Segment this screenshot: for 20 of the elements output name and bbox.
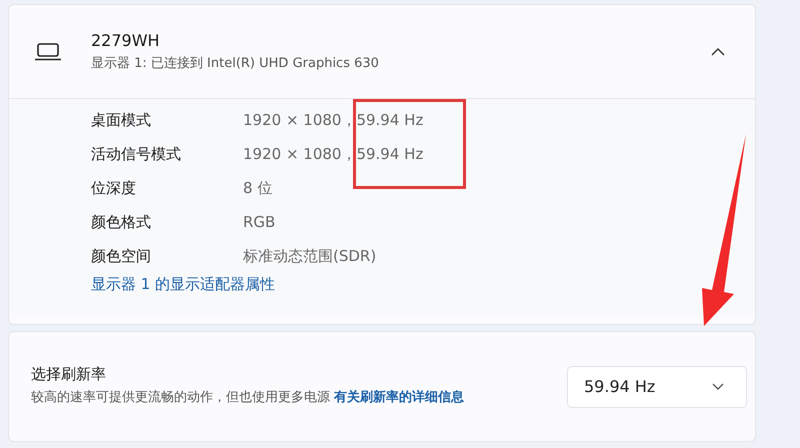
property-value: 1920 × 1080，59.94 Hz: [243, 144, 424, 165]
display-name: 2279WH: [91, 31, 161, 50]
property-label: 活动信号模式: [91, 144, 182, 165]
property-value: 标准动态范围(SDR): [243, 246, 378, 267]
laptop-icon: [35, 42, 61, 60]
property-value: RGB: [243, 212, 276, 233]
refresh-rate-title: 选择刷新率: [31, 365, 107, 384]
refresh-rate-dropdown[interactable]: 59.94 Hz: [567, 366, 747, 408]
property-label: 颜色格式: [91, 212, 152, 233]
property-value: 8 位: [243, 178, 274, 199]
property-value: 1920 × 1080，59.94 Hz: [243, 110, 424, 131]
property-label: 颜色空间: [91, 246, 152, 267]
chevron-down-icon: [712, 383, 724, 390]
display-subtitle: 显示器 1: 已连接到 Intel(R) UHD Graphics 630: [91, 55, 380, 72]
adapter-properties-link[interactable]: 显示器 1 的显示适配器属性: [91, 275, 755, 294]
property-label: 桌面模式: [91, 110, 152, 131]
chevron-icon[interactable]: [711, 48, 725, 56]
refresh-rate-info-link[interactable]: 有关刷新率的详细信息: [334, 390, 464, 405]
refresh-rate-description: 较高的速率可提供更流畅的动作，但也使用更多电源: [31, 390, 330, 405]
property-label: 位深度: [91, 178, 137, 199]
